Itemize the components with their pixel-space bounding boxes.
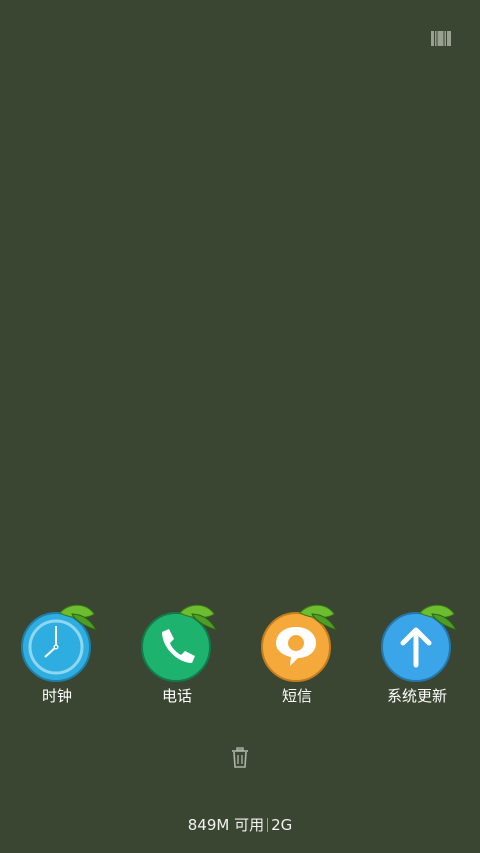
- trash-icon[interactable]: [230, 747, 250, 769]
- app-label: 电话: [161, 687, 192, 705]
- app-system-update[interactable]: 系统更新: [362, 596, 472, 711]
- app-phone[interactable]: 电话: [122, 596, 232, 711]
- message-icon: [261, 604, 338, 682]
- separator: [267, 818, 269, 832]
- app-label: 系统更新: [386, 687, 447, 705]
- phone-icon: [141, 604, 218, 682]
- clock-icon: [21, 604, 98, 682]
- recent-apps-dock: 时钟 电话 短信 系统更新: [0, 596, 480, 716]
- app-label: 时钟: [41, 687, 72, 705]
- memory-total: 2G: [271, 816, 293, 834]
- memory-status: 849M 可用 2G: [0, 815, 480, 835]
- barcode-icon[interactable]: [431, 31, 451, 46]
- app-clock[interactable]: 时钟: [2, 596, 112, 711]
- app-messages[interactable]: 短信: [242, 596, 352, 711]
- app-label: 短信: [281, 687, 312, 705]
- system-update-icon: [381, 604, 458, 682]
- memory-available: 849M 可用: [187, 816, 265, 834]
